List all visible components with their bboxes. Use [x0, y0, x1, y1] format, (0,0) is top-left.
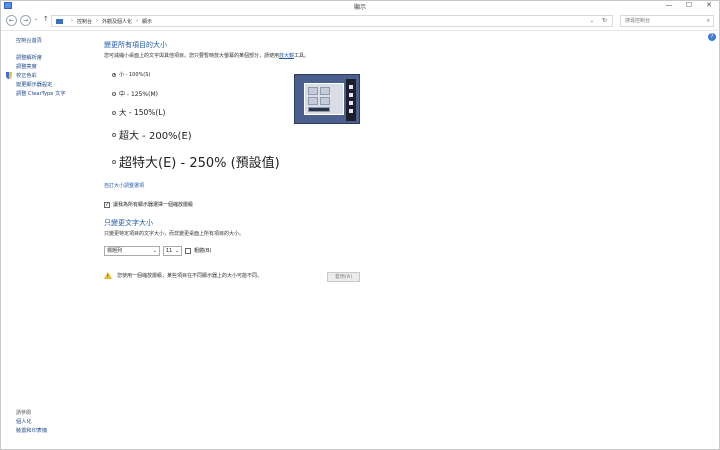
bold-label: 粗體(B) [194, 248, 212, 254]
address-toolbar: ← → ⌄ ↑ › 控制台 › 外觀及個人化 › 顯示 ⌄ ↻ 搜尋控制台 ⌕ [0, 12, 720, 31]
sidebar-item-adjust-resolution[interactable]: 調整解析度 [16, 54, 96, 63]
sidebar-item-adjust-brightness[interactable]: 調整亮度 [16, 63, 96, 72]
preview-window [304, 83, 344, 115]
radio-button[interactable] [112, 159, 116, 164]
sidebar-item-cleartype[interactable]: 調整 ClearType 文字 [16, 90, 96, 99]
size-option-label: 超大 - 200%(E) [119, 131, 192, 142]
size-option-label: 小 - 100%(S) [119, 72, 151, 78]
chevron-down-icon: ⌄ [152, 248, 157, 254]
chevron-down-icon: ⌄ [174, 248, 179, 254]
bold-checkbox-row[interactable]: 粗體(B) [185, 247, 211, 254]
help-icon[interactable]: ? [708, 33, 716, 41]
checkbox-label: 讓我為所有顯示器選擇一個縮放層級 [113, 202, 194, 208]
scaling-level-checkbox-row[interactable]: ✓ 讓我為所有顯示器選擇一個縮放層級 [104, 201, 193, 208]
radio-button[interactable] [112, 91, 116, 96]
sidebar-item-label: 校正色彩 [16, 73, 37, 79]
chevron-right-icon[interactable]: › [136, 18, 138, 24]
minimize-button[interactable]: — [664, 1, 674, 9]
arrow-left-icon: ← [8, 17, 15, 24]
sidebar-item-personalization[interactable]: 個人化 [16, 418, 47, 427]
page-description: 您可減縮小桌面上的文字與其他項目。您只要暫時放大螢幕的某個部分，請使用放大鏡工具… [104, 52, 309, 59]
item-select-value: 標題列 [107, 248, 123, 254]
size-option-small[interactable]: 小 - 100%(S) [112, 71, 150, 78]
sidebar-item-calibrate-color[interactable]: 校正色彩 [6, 72, 96, 81]
scaling-level-checkbox[interactable]: ✓ [104, 201, 110, 208]
up-arrow-icon[interactable]: ↑ [43, 15, 49, 23]
refresh-icon[interactable]: ↻ [602, 17, 607, 24]
window-controls: — ☐ ✕ [664, 1, 714, 9]
size-option-label: 大 - 150%(L) [119, 108, 166, 117]
breadcrumb-display[interactable]: 顯示 [142, 18, 152, 25]
sidebar-item-devices-printers[interactable]: 裝置和印表機 [16, 427, 47, 436]
search-icon[interactable]: ⌕ [707, 16, 710, 26]
shield-icon [6, 72, 12, 79]
back-button[interactable]: ← [6, 15, 17, 26]
radio-selected[interactable] [112, 72, 116, 77]
main-content: 變更所有項目的大小 您可減縮小桌面上的文字與其他項目。您只要暫時放大螢幕的某個部… [104, 40, 309, 59]
warning-text: 您使用一個縮放層級，某些項目在不同顯示器上的大小可能不同。 [117, 273, 263, 279]
size-option-extra-large[interactable]: 超大 - 200%(E) [112, 127, 192, 142]
search-placeholder: 搜尋控制台 [625, 18, 651, 24]
apply-button[interactable]: 套用(A) [327, 272, 360, 282]
font-size-select[interactable]: 11 ⌄ [163, 246, 182, 256]
scaling-warning: ! 您使用一個縮放層級，某些項目在不同顯示器上的大小可能不同。 [104, 272, 262, 279]
chevron-down-icon[interactable]: ⌄ [590, 18, 594, 24]
sidebar-item-change-display-settings[interactable]: 變更顯示器設定 [16, 81, 96, 90]
address-bar[interactable]: › 控制台 › 外觀及個人化 › 顯示 ⌄ ↻ [51, 15, 613, 27]
warning-glyph: ! [107, 273, 109, 278]
text-size-heading: 只變更文字大小 [104, 219, 153, 227]
breadcrumb-appearance[interactable]: 外觀及個人化 [102, 18, 132, 25]
radio-button[interactable] [112, 132, 116, 137]
see-also-links: 個人化 裝置和印表機 [16, 418, 47, 436]
breadcrumb-control-panel[interactable]: 控制台 [77, 18, 92, 25]
search-input[interactable]: 搜尋控制台 ⌕ [620, 15, 714, 27]
recent-pages-chevron-icon[interactable]: ⌄ [34, 16, 38, 22]
magnifier-link[interactable]: 放大鏡 [279, 53, 294, 59]
size-option-label: 中 - 125%(M) [119, 91, 158, 98]
see-also-heading: 請參閱 [16, 410, 32, 416]
sidebar: 控制台首頁 調整解析度 調整亮度 校正色彩 變更顯示器設定 調整 ClearTy… [6, 37, 96, 99]
size-option-medium[interactable]: 中 - 125%(M) [112, 89, 158, 98]
radio-button[interactable] [112, 110, 116, 115]
page-title: 變更所有項目的大小 [104, 41, 167, 49]
size-option-extra-extra-large[interactable]: 超特大(E) - 250% (預設值) [112, 152, 280, 171]
close-button[interactable]: ✕ [704, 1, 714, 9]
size-option-large[interactable]: 大 - 150%(L) [112, 107, 165, 118]
arrow-right-icon: → [22, 17, 29, 24]
chevron-right-icon[interactable]: › [71, 18, 73, 24]
maximize-button[interactable]: ☐ [684, 1, 694, 9]
forward-button[interactable]: → [20, 15, 31, 26]
sidebar-item-control-panel-home[interactable]: 控制台首頁 [16, 37, 96, 46]
description-text: 您可減縮小桌面上的文字與其他項目。您只要暫時放大螢幕的某個部分，請使用 [104, 53, 280, 59]
window-title: 顯示 [353, 4, 366, 11]
text-size-description: 只變更特定項目的文字大小，而非變更桌面上所有項目的大小。 [104, 231, 245, 237]
font-size-value: 11 [166, 248, 173, 254]
item-select[interactable]: 標題列 ⌄ [104, 246, 160, 256]
display-preview-image [294, 74, 360, 124]
control-panel-icon [56, 18, 63, 24]
size-option-label: 超特大(E) - 250% (預設值) [119, 156, 280, 171]
bold-checkbox[interactable] [185, 247, 191, 254]
description-text-end: 工具。 [294, 53, 310, 59]
custom-sizing-link[interactable]: 自訂大小調整選項 [104, 182, 144, 189]
warning-icon: ! [104, 272, 112, 279]
chevron-right-icon[interactable]: › [96, 18, 98, 24]
